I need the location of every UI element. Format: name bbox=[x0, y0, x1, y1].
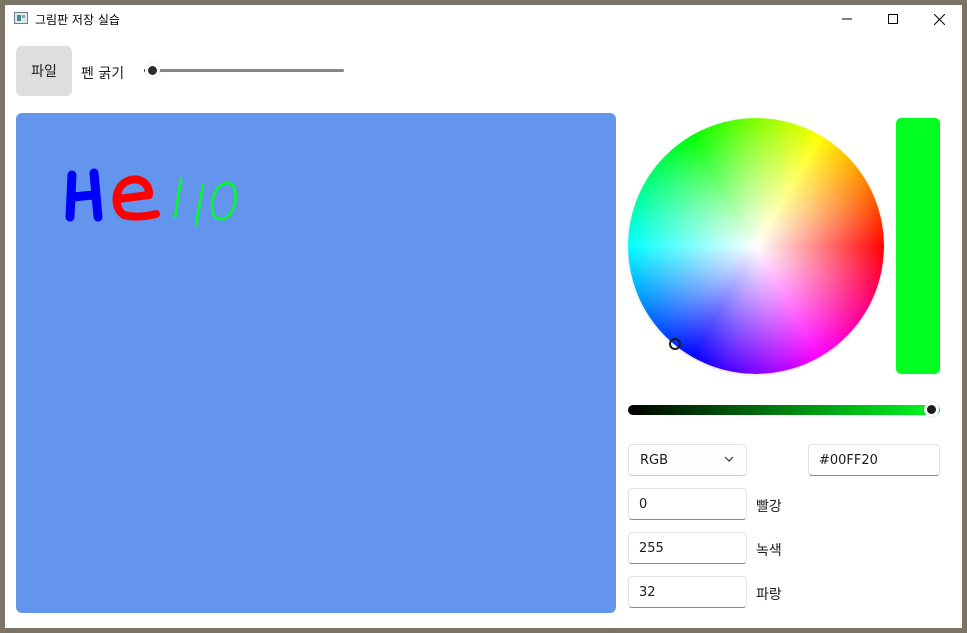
maximize-icon bbox=[888, 14, 898, 24]
minimize-icon bbox=[842, 18, 852, 20]
stroke-letter-l1 bbox=[173, 177, 183, 219]
file-button-label: 파일 bbox=[31, 64, 57, 80]
close-button[interactable] bbox=[916, 5, 962, 33]
title-bar: 그림판 저장 실습 bbox=[5, 5, 962, 33]
color-value-slider[interactable] bbox=[628, 402, 940, 417]
drawing-canvas[interactable] bbox=[16, 113, 616, 613]
blue-value: 32 bbox=[639, 585, 656, 600]
value-slider-track bbox=[628, 405, 940, 415]
green-value: 255 bbox=[639, 541, 664, 556]
green-input[interactable]: 255 bbox=[628, 532, 747, 564]
stroke-letter-l2 bbox=[194, 183, 205, 227]
close-icon bbox=[933, 13, 945, 25]
color-mode-value: RGB bbox=[640, 453, 669, 468]
blue-input[interactable]: 32 bbox=[628, 576, 747, 608]
pen-slider-thumb[interactable] bbox=[145, 63, 160, 78]
hex-input[interactable]: #00FF20 bbox=[808, 444, 940, 476]
red-value: 0 bbox=[639, 497, 648, 512]
pen-thickness-label: 펜 굵기 bbox=[81, 66, 125, 82]
chevron-down-icon bbox=[724, 456, 734, 462]
maximize-button[interactable] bbox=[870, 5, 916, 33]
app-window: 그림판 저장 실습 파일 펜 굵기 RGB #00FF20 0 빨강 255 녹… bbox=[5, 5, 962, 628]
green-label: 녹색 bbox=[756, 543, 782, 559]
red-input[interactable]: 0 bbox=[628, 488, 747, 520]
pen-slider-track bbox=[154, 69, 344, 72]
stroke-letter-o bbox=[210, 181, 237, 221]
window-title: 그림판 저장 실습 bbox=[35, 13, 120, 27]
color-mode-select[interactable]: RGB bbox=[628, 444, 747, 476]
blue-label: 파랑 bbox=[756, 587, 782, 603]
color-wheel[interactable] bbox=[628, 118, 884, 374]
value-slider-thumb[interactable] bbox=[924, 402, 939, 417]
hex-value: #00FF20 bbox=[819, 453, 878, 468]
selected-color-preview bbox=[896, 118, 940, 374]
red-label: 빨강 bbox=[756, 499, 782, 515]
color-wheel-selector[interactable] bbox=[669, 338, 681, 350]
minimize-button[interactable] bbox=[824, 5, 870, 33]
stroke-letter-h bbox=[65, 168, 103, 222]
stroke-letter-e bbox=[112, 175, 160, 221]
color-wheel-saturation bbox=[628, 118, 884, 374]
app-window-icon bbox=[14, 12, 28, 24]
pen-thickness-slider[interactable] bbox=[142, 61, 347, 81]
file-button[interactable]: 파일 bbox=[16, 46, 72, 96]
